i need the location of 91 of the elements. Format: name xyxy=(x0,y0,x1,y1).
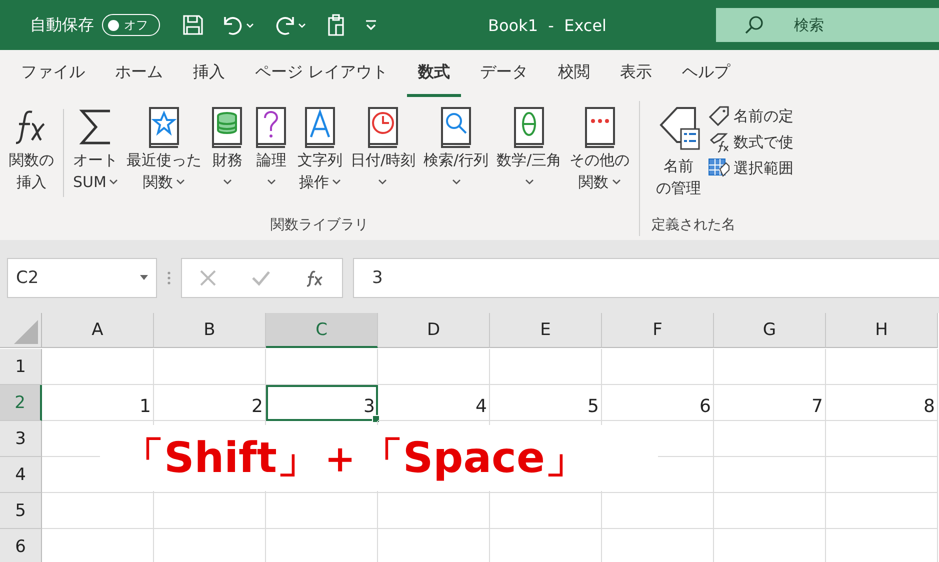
column-header[interactable]: F xyxy=(602,313,714,348)
row-header[interactable]: 4 xyxy=(0,457,42,493)
search-field[interactable]: 検索 xyxy=(716,8,939,42)
ribbon-small-button[interactable]: 名前の定 xyxy=(708,105,794,127)
ribbon-tab[interactable]: ページ レイアウト xyxy=(244,50,400,97)
sheet-cell[interactable]: 6 xyxy=(602,385,714,421)
button-label: 選択範囲 xyxy=(734,158,794,178)
column-header[interactable]: B xyxy=(154,313,266,348)
search-icon xyxy=(744,15,764,35)
formula-field[interactable]: 3 xyxy=(353,258,939,298)
sheet-cell[interactable] xyxy=(42,493,154,529)
sheet-cell[interactable] xyxy=(714,421,826,457)
column-header[interactable]: H xyxy=(826,313,938,348)
sheet-cell[interactable] xyxy=(714,457,826,493)
window-title: Book1 - Excel xyxy=(488,16,606,34)
ribbon-small-button[interactable]: 数式で使 xyxy=(708,131,794,153)
sheet-cell[interactable] xyxy=(378,493,490,529)
ribbon-tab[interactable]: ファイル xyxy=(10,50,96,97)
ribbon-button[interactable]: その他の 関数 xyxy=(566,101,633,193)
row-header[interactable]: 3 xyxy=(0,421,42,457)
fx-tag-icon xyxy=(708,131,730,153)
ribbon-tab[interactable]: 校閲 xyxy=(547,50,602,97)
sheet-cell[interactable] xyxy=(154,349,266,385)
sheet-cell[interactable]: 1 xyxy=(42,385,154,421)
autosave-toggle[interactable]: オフ xyxy=(102,14,160,36)
sheet-cell[interactable]: 4 xyxy=(378,385,490,421)
ribbon-tab[interactable]: データ xyxy=(469,50,540,97)
save-icon[interactable] xyxy=(182,14,204,36)
sheet-cell[interactable]: 5 xyxy=(490,385,602,421)
sheet-cell[interactable] xyxy=(714,349,826,385)
active-cell[interactable]: 3 xyxy=(266,385,378,421)
sheet-cell[interactable] xyxy=(714,493,826,529)
ribbon-button[interactable]: 検索/行列 xyxy=(420,101,492,193)
row-header[interactable]: 6 xyxy=(0,529,42,562)
sheet-cell[interactable]: 7 xyxy=(714,385,826,421)
ribbon-button[interactable]: 論理 xyxy=(250,101,292,193)
sheet-cell[interactable] xyxy=(490,349,602,385)
sheet-cell[interactable] xyxy=(266,493,378,529)
undo-icon[interactable] xyxy=(222,14,256,36)
sheet-cell[interactable] xyxy=(602,349,714,385)
sheet-cell[interactable] xyxy=(266,349,378,385)
grip-icon xyxy=(167,270,171,286)
sheet-cell[interactable]: 8 xyxy=(826,385,938,421)
sheet-cell[interactable] xyxy=(378,349,490,385)
ribbon-button[interactable]: 数学/三角 xyxy=(494,101,565,193)
ribbon-small-button[interactable]: 選択範囲 xyxy=(708,157,794,179)
tag-icon xyxy=(708,105,730,127)
column-header[interactable]: C xyxy=(266,313,378,348)
sheet-cell[interactable] xyxy=(826,421,938,457)
sheet-cell[interactable] xyxy=(826,349,938,385)
group-label: 関数ライブラリ xyxy=(269,216,370,235)
column-header[interactable]: A xyxy=(42,313,154,348)
column-header[interactable]: E xyxy=(490,313,602,348)
dropdown-icon xyxy=(140,275,148,280)
ribbon-button[interactable]: 最近使った 関数 xyxy=(123,101,204,193)
sheet-cell[interactable]: 2 xyxy=(154,385,266,421)
row-header[interactable]: 1 xyxy=(0,349,42,385)
ribbon-button[interactable]: 日付/時刻 xyxy=(347,101,419,193)
redo-icon[interactable] xyxy=(274,14,308,36)
ribbon-tab[interactable]: 挿入 xyxy=(182,50,236,97)
sheet-cell[interactable] xyxy=(602,493,714,529)
ribbon-tab[interactable]: ヘルプ xyxy=(671,50,742,97)
sheet-cell[interactable] xyxy=(826,493,938,529)
autosave-label: 自動保存 xyxy=(30,14,94,36)
ribbon-button[interactable]: 関数の 挿入 xyxy=(6,101,57,193)
name-box[interactable]: C2 xyxy=(7,258,157,298)
shortcut-tooltip: 「Shift」＋「Space」 xyxy=(100,425,658,491)
sheet-cell[interactable] xyxy=(42,349,154,385)
group-label: 定義された名 xyxy=(652,216,737,235)
button-label: 名前の定 xyxy=(734,106,794,126)
sheet-cell[interactable] xyxy=(826,457,938,493)
ribbon-button[interactable]: 財務 xyxy=(206,101,248,193)
grid-tag-icon xyxy=(708,157,730,179)
cancel-icon[interactable] xyxy=(199,268,217,286)
clipboard-icon[interactable] xyxy=(326,13,346,37)
ribbon-tab[interactable]: 表示 xyxy=(609,50,664,97)
row-header[interactable]: 2 xyxy=(0,385,42,421)
column-header[interactable]: D xyxy=(378,313,490,348)
insert-function-icon[interactable] xyxy=(305,268,325,286)
ribbon-button[interactable]: オート SUM xyxy=(70,101,122,193)
check-icon[interactable] xyxy=(251,268,271,286)
ribbon-button[interactable]: 文字列 操作 xyxy=(294,101,346,193)
select-all-icon[interactable] xyxy=(14,320,38,344)
sheet-cell[interactable] xyxy=(490,493,602,529)
button-label: 数式で使 xyxy=(734,132,794,152)
sheet-cell[interactable] xyxy=(154,493,266,529)
ribbon-tab[interactable]: ホーム xyxy=(104,50,174,97)
ribbon-button[interactable]: 名前 の管理 xyxy=(652,101,706,199)
customize-icon[interactable] xyxy=(364,19,378,31)
row-header[interactable]: 5 xyxy=(0,493,42,529)
column-header[interactable]: G xyxy=(714,313,826,348)
